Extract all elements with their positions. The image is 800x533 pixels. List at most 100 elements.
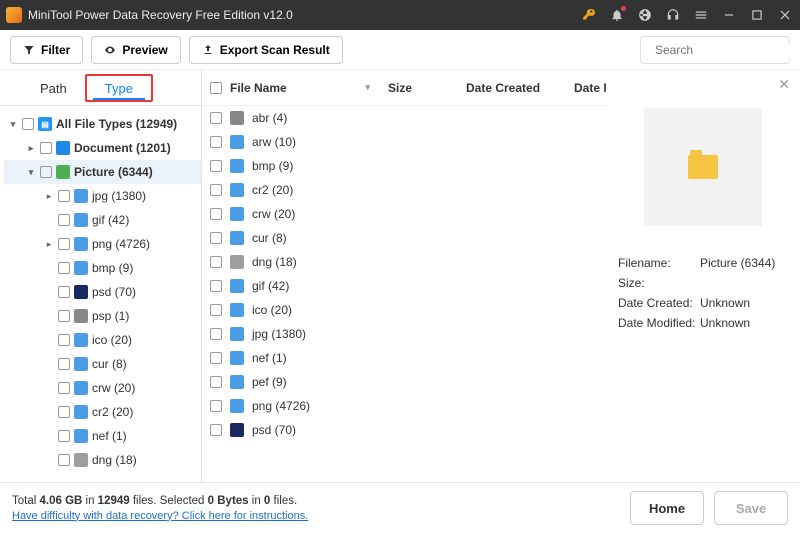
- tree-item[interactable]: ▸jpg (1380): [4, 184, 201, 208]
- file-row[interactable]: png (4726): [202, 394, 606, 418]
- sort-caret-icon[interactable]: ▾: [365, 82, 370, 93]
- checkbox[interactable]: [210, 184, 222, 196]
- checkbox[interactable]: [58, 406, 70, 418]
- home-button[interactable]: Home: [630, 491, 704, 525]
- col-size[interactable]: Size: [388, 81, 458, 95]
- file-row[interactable]: psd (70): [202, 418, 606, 442]
- meta-lab-filename: Filename:: [618, 256, 700, 270]
- close-icon[interactable]: [778, 8, 792, 22]
- checkbox[interactable]: [210, 256, 222, 268]
- tree-item[interactable]: crw (20): [4, 376, 201, 400]
- chevron-down-icon[interactable]: ▾: [26, 167, 36, 178]
- tree-item[interactable]: cr2 (20): [4, 400, 201, 424]
- file-row[interactable]: pef (9): [202, 370, 606, 394]
- checkbox[interactable]: [210, 280, 222, 292]
- checkbox[interactable]: [210, 424, 222, 436]
- search-input[interactable]: [655, 43, 800, 57]
- footer-help-link[interactable]: Have difficulty with data recovery? Clic…: [12, 510, 308, 522]
- checkbox[interactable]: [210, 376, 222, 388]
- bell-icon[interactable]: [610, 8, 624, 22]
- checkbox[interactable]: [40, 166, 52, 178]
- window-title: MiniTool Power Data Recovery Free Editio…: [28, 8, 582, 22]
- tree-item[interactable]: cur (8): [4, 352, 201, 376]
- checkbox[interactable]: [210, 208, 222, 220]
- tree-label: Document (1201): [74, 141, 171, 155]
- file-row[interactable]: bmp (9): [202, 154, 606, 178]
- checkbox[interactable]: [58, 382, 70, 394]
- checkbox[interactable]: [58, 286, 70, 298]
- chevron-down-icon[interactable]: ▾: [8, 119, 18, 130]
- chevron-right-icon[interactable]: ▸: [44, 239, 54, 250]
- col-date-modified[interactable]: Date Modif: [574, 81, 606, 95]
- file-row[interactable]: ico (20): [202, 298, 606, 322]
- select-all-checkbox[interactable]: [210, 82, 222, 94]
- minimize-icon[interactable]: [722, 8, 736, 22]
- tree-scroll[interactable]: ▾▤All File Types (12949) ▸ Document (1201)…: [0, 106, 201, 482]
- checkbox[interactable]: [58, 430, 70, 442]
- save-button[interactable]: Save: [714, 491, 788, 525]
- maximize-icon[interactable]: [750, 8, 764, 22]
- checkbox[interactable]: [58, 262, 70, 274]
- close-preview-icon[interactable]: ✕: [778, 76, 790, 93]
- tree-item[interactable]: gif (42): [4, 208, 201, 232]
- chevron-right-icon[interactable]: ▸: [44, 191, 54, 202]
- export-button[interactable]: Export Scan Result: [189, 36, 343, 64]
- file-row[interactable]: abr (4): [202, 106, 606, 130]
- tree-item[interactable]: nef (1): [4, 424, 201, 448]
- file-label: pef (9): [252, 375, 287, 389]
- key-icon[interactable]: [582, 8, 596, 22]
- tree-item[interactable]: ▸ Document (1201): [4, 136, 201, 160]
- checkbox[interactable]: [58, 454, 70, 466]
- checkbox[interactable]: [58, 310, 70, 322]
- checkbox[interactable]: [210, 232, 222, 244]
- tree-item[interactable]: ico (20): [4, 328, 201, 352]
- checkbox[interactable]: [210, 112, 222, 124]
- checkbox[interactable]: [58, 334, 70, 346]
- file-row[interactable]: arw (10): [202, 130, 606, 154]
- checkbox[interactable]: [210, 304, 222, 316]
- checkbox[interactable]: [58, 214, 70, 226]
- checkbox[interactable]: [210, 352, 222, 364]
- tree-label: psd (70): [92, 285, 136, 299]
- headset-icon[interactable]: [666, 8, 680, 22]
- file-row[interactable]: gif (42): [202, 274, 606, 298]
- globe-icon[interactable]: [638, 8, 652, 22]
- checkbox[interactable]: [58, 358, 70, 370]
- file-scroll[interactable]: abr (4)arw (10)bmp (9)cr2 (20)crw (20)cu…: [202, 106, 606, 482]
- col-date-created[interactable]: Date Created: [466, 81, 566, 95]
- footer: Total 4.06 GB in 12949 files. Selected 0…: [0, 483, 800, 533]
- checkbox[interactable]: [58, 190, 70, 202]
- menu-icon[interactable]: [694, 8, 708, 22]
- file-row[interactable]: crw (20): [202, 202, 606, 226]
- meta-filename: Picture (6344): [700, 256, 775, 270]
- filetype-icon: [230, 279, 244, 293]
- checkbox[interactable]: [40, 142, 52, 154]
- checkbox[interactable]: [210, 400, 222, 412]
- checkbox[interactable]: [58, 238, 70, 250]
- checkbox[interactable]: [210, 160, 222, 172]
- tree-item[interactable]: psp (1): [4, 304, 201, 328]
- file-row[interactable]: jpg (1380): [202, 322, 606, 346]
- file-row[interactable]: cr2 (20): [202, 178, 606, 202]
- chevron-right-icon[interactable]: ▸: [26, 143, 36, 154]
- tree-root[interactable]: ▾▤All File Types (12949): [4, 112, 201, 136]
- tree-item[interactable]: ▸png (4726): [4, 232, 201, 256]
- checkbox[interactable]: [210, 328, 222, 340]
- tree-item[interactable]: bmp (9): [4, 256, 201, 280]
- tab-type[interactable]: Type: [85, 74, 153, 102]
- file-row[interactable]: dng (18): [202, 250, 606, 274]
- tree-label: ico (20): [92, 333, 132, 347]
- file-row[interactable]: nef (1): [202, 346, 606, 370]
- search-box[interactable]: [640, 36, 790, 64]
- preview-button[interactable]: Preview: [91, 36, 180, 64]
- col-name[interactable]: File Name: [230, 81, 287, 95]
- tree-item[interactable]: psd (70): [4, 280, 201, 304]
- checkbox[interactable]: [22, 118, 34, 130]
- checkbox[interactable]: [210, 136, 222, 148]
- file-row[interactable]: cur (8): [202, 226, 606, 250]
- tree-item[interactable]: ▾Picture (6344): [4, 160, 201, 184]
- filetype-icon: [230, 303, 244, 317]
- tree-item[interactable]: dng (18): [4, 448, 201, 472]
- tab-path[interactable]: Path: [22, 70, 85, 106]
- filter-button[interactable]: Filter: [10, 36, 83, 64]
